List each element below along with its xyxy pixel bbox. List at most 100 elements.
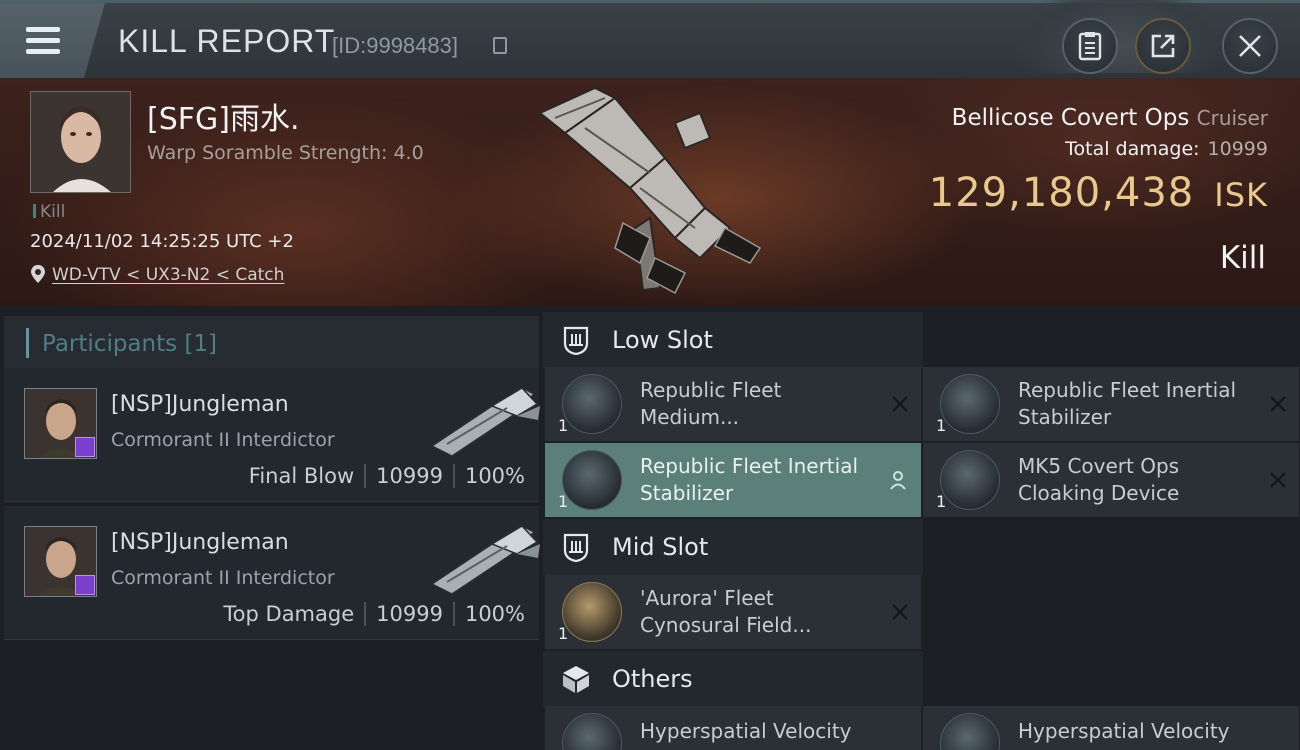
module-name-line1: Hyperspatial Velocity [640,719,852,743]
victim-ship-class: Cruiser [1196,106,1268,130]
kill-report-screen: KILL REPORT [ID:9998483] [SFG]雨水. Warp S… [0,0,1300,750]
module-icon [562,374,622,434]
participant-damage: 10999 [376,602,443,626]
module-qty: 1 [936,416,947,435]
close-icon [1239,35,1261,57]
module-name: 'Aurora' Fleet Cynosural Field... [640,585,870,639]
victim-ship-line: Bellicose Covert Ops Cruiser [952,105,1268,131]
participant-avatar[interactable] [24,526,97,597]
participant-stats: Final Blow 10999 100% [249,464,525,488]
participants-accent [26,328,29,358]
module-item[interactable]: 1 'Aurora' Fleet Cynosural Field... [545,575,921,649]
victim-portrait[interactable] [30,91,131,193]
module-item[interactable]: 1 MK5 Covert Ops Cloaking Device [923,443,1299,517]
fitting-panel: Low Slot 1 Republic Fleet Medium... 1 Re… [543,306,1300,750]
module-name: MK5 Covert Ops Cloaking Device [1018,453,1248,507]
victim-ship-name[interactable]: Bellicose Covert Ops [952,105,1190,131]
mid-slot-title: Mid Slot [612,533,709,561]
module-item[interactable]: 1 Republic Fleet Medium... [545,367,921,441]
corp-badge-icon [75,437,95,457]
module-icon [562,582,622,642]
participant-role: Top Damage [223,602,355,626]
module-name-line1: Hyperspatial Velocity [1018,719,1230,743]
module-name-line1: Republic Fleet [640,378,782,402]
module-name-line1: 'Aurora' Fleet [640,586,774,610]
participants-count: [1] [184,331,218,357]
total-damage-label: Total damage: [1065,138,1200,160]
module-qty: 1 [558,416,569,435]
participant-avatar[interactable] [24,388,97,459]
participant-card[interactable]: [NSP]Jungleman Cormorant II Interdictor … [4,368,540,502]
kill-result: Kill [1219,240,1266,276]
module-item[interactable]: Hyperspatial Velocity [545,706,921,750]
participant-damage: 10999 [376,464,443,488]
module-item-selected[interactable]: 1 Republic Fleet Inertial Stabilizer [545,443,921,517]
module-qty: 1 [558,624,569,643]
victim-banner: [SFG]雨水. Warp Soramble Strength: 4.0 Kil… [0,78,1300,306]
menu-icon [26,27,60,32]
others-header: Others [543,651,923,707]
menu-button[interactable] [0,3,105,78]
module-icon [940,713,1000,750]
location-pin-icon [31,265,45,283]
divider [364,464,367,488]
isk-value: 129,180,438 [928,170,1195,216]
module-name-line2: Stabilizer [1018,405,1112,429]
kill-tag: Kill [33,202,65,222]
module-name-line1: Republic Fleet Inertial [640,454,859,478]
remove-x-icon[interactable] [1269,395,1287,413]
menu-icon-bar [26,49,60,54]
low-slot-title: Low Slot [612,326,713,354]
participant-role: Final Blow [248,464,355,488]
module-item[interactable]: 1 Republic Fleet Inertial Stabilizer [923,367,1299,441]
participant-ship-image [430,525,540,595]
participant-ship: Cormorant II Interdictor [111,567,335,589]
slot-icon [563,326,589,355]
kill-datetime: 2024/11/02 14:25:25 UTC +2 [30,231,294,252]
victim-name[interactable]: [SFG]雨水. [147,94,300,138]
divider [452,464,455,488]
module-icon [562,450,622,510]
divider [452,602,455,626]
victim-ship-image [538,86,762,295]
participants-title: Participants [42,331,178,357]
remove-x-icon[interactable] [1269,471,1287,489]
slot-icon [563,533,589,562]
module-name: Hyperspatial Velocity [1018,718,1248,745]
page-title: KILL REPORT [118,23,336,59]
module-name-line1: Republic Fleet Inertial [1018,378,1237,402]
mid-slot-header: Mid Slot [543,519,923,575]
participant-percent: 100% [464,464,525,488]
close-button[interactable] [1222,18,1278,74]
module-icon [940,450,1000,510]
clipboard-button[interactable] [1062,18,1118,74]
module-qty: 1 [936,492,947,511]
module-name: Hyperspatial Velocity [640,718,870,745]
location-link[interactable]: WD-VTV < UX3-N2 < Catch [52,265,284,285]
copy-icon[interactable] [493,37,507,54]
participant-stats: Top Damage 10999 100% [223,602,525,626]
participants-panel: Participants [1] [NSP]Jungleman Cormoran… [0,306,543,750]
module-icon [562,713,622,750]
module-name-line1: MK5 Covert Ops [1018,454,1180,478]
participant-ship: Cormorant II Interdictor [111,429,335,451]
remove-x-icon[interactable] [891,395,909,413]
participant-card[interactable]: [NSP]Jungleman Cormorant II Interdictor … [4,506,540,640]
export-button[interactable] [1135,18,1191,74]
clipboard-icon [1078,32,1102,61]
menu-icon-bar [26,38,60,43]
export-icon [1151,34,1175,58]
participants-title-line: Participants [1] [42,331,217,357]
participants-header[interactable]: Participants [1] [4,316,539,370]
person-icon [890,471,906,490]
isk-value-line: 129,180,438 ISK [929,170,1268,216]
module-name-line2: Stabilizer [640,481,734,505]
remove-x-icon[interactable] [891,603,909,621]
participant-name[interactable]: [NSP]Jungleman [111,392,289,417]
divider [364,602,367,626]
module-item[interactable]: Hyperspatial Velocity [923,706,1299,750]
others-title: Others [612,665,693,693]
module-name: Republic Fleet Inertial Stabilizer [640,453,870,507]
cube-icon [563,666,589,693]
participant-name[interactable]: [NSP]Jungleman [111,530,289,555]
